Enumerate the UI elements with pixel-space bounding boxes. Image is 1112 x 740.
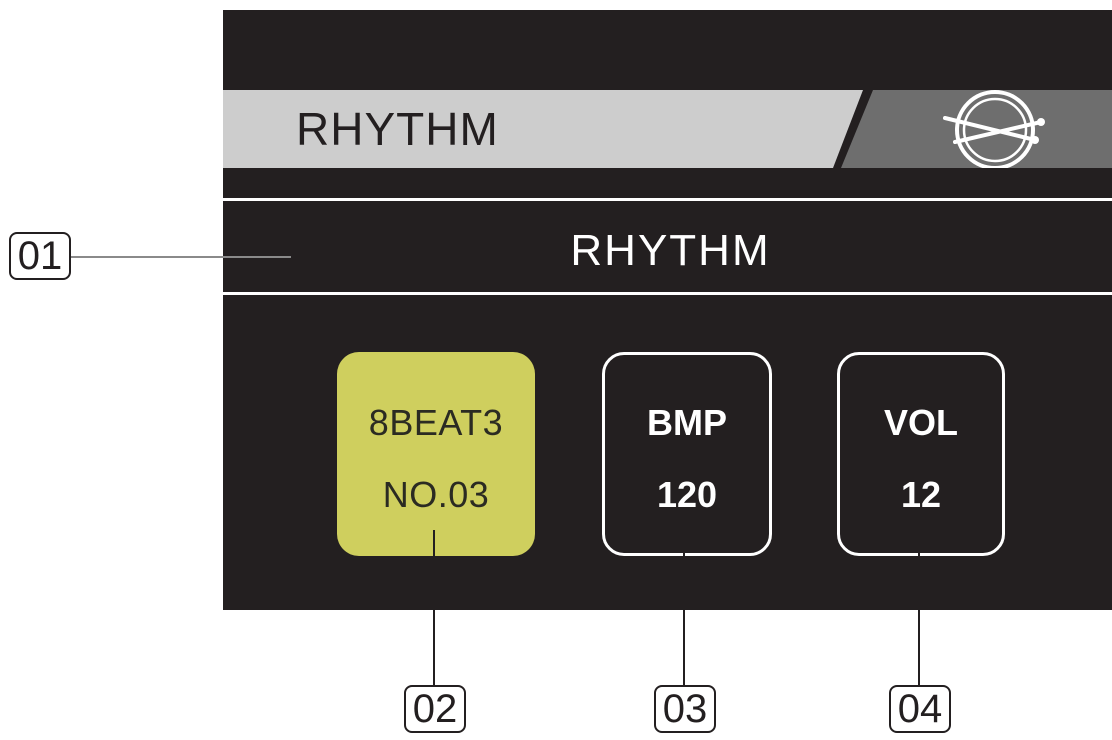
callout-03: 03 <box>654 685 716 733</box>
divider-bottom <box>223 292 1112 295</box>
bmp-value: 120 <box>656 474 718 515</box>
volume-box[interactable]: VOL 12 <box>837 352 1005 556</box>
rhythm-number: NO.03 <box>382 474 490 515</box>
callout-04: 04 <box>889 685 951 733</box>
volume-value: 12 <box>900 474 942 515</box>
header-bar: RHYTHM <box>223 88 1112 168</box>
callout-02: 02 <box>404 685 466 733</box>
divider-top <box>223 198 1112 201</box>
rhythm-name: 8BEAT3 <box>368 402 504 443</box>
bmp-box[interactable]: BMP 120 <box>602 352 772 556</box>
bmp-label: BMP <box>647 402 727 443</box>
callout-leader-03 <box>683 530 685 685</box>
header-title: RHYTHM <box>296 103 499 155</box>
device-screen: RHYTHM RHYTHM 8BEAT3 NO.03 BMP 120 VOL 1… <box>223 10 1112 610</box>
callout-leader-02 <box>433 530 435 685</box>
callout-leader-04 <box>918 530 920 685</box>
volume-label: VOL <box>883 402 958 443</box>
mode-label: RHYTHM <box>570 226 771 275</box>
rhythm-select-box[interactable]: 8BEAT3 NO.03 <box>337 352 535 556</box>
callout-leader-01 <box>71 256 291 258</box>
callout-01: 01 <box>9 232 71 280</box>
